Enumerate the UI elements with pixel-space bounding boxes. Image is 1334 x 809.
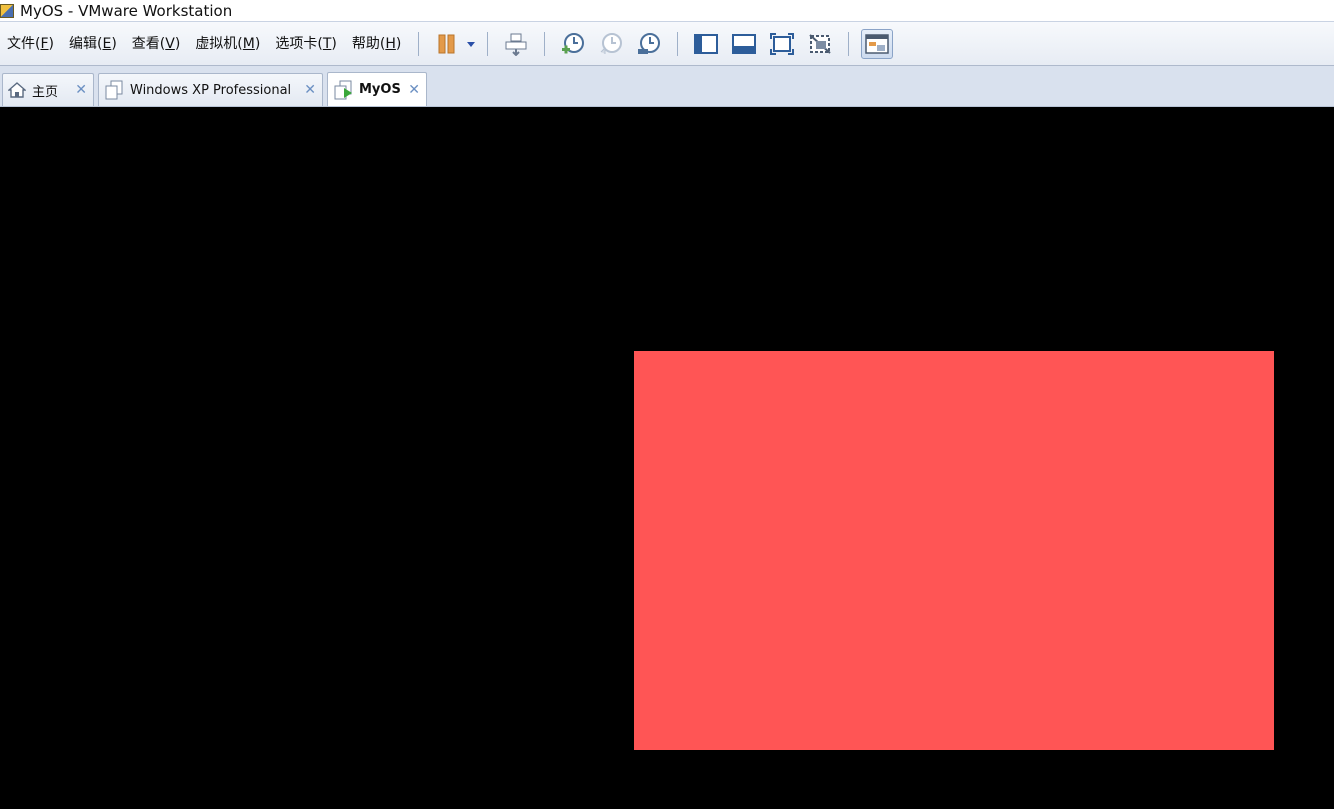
take-snapshot-icon [562, 32, 585, 53]
full-screen-button[interactable] [766, 29, 798, 59]
unity-icon [809, 33, 831, 54]
tab-label: MyOS [359, 82, 401, 97]
tab-label: 主页 [32, 84, 59, 100]
menu-file[interactable]: 文件(F) [0, 31, 62, 57]
toolbar-separator [848, 31, 850, 56]
unity-button[interactable] [804, 29, 836, 59]
tab-strip: 主页 ✕ Windows XP Professional ✕ MyOS ✕ [0, 66, 1334, 107]
toolbar-separator [677, 31, 679, 56]
home-icon [8, 82, 26, 98]
take-snapshot-button[interactable] [557, 29, 589, 59]
menu-toolbar: 文件(F) 编辑(E) 查看(V) 虚拟机(M) 选项卡(T) 帮助(H) [0, 22, 1334, 66]
show-library-button[interactable] [690, 29, 722, 59]
power-dropdown-button[interactable] [464, 29, 478, 59]
toolbar-separator [418, 31, 420, 56]
close-icon[interactable]: ✕ [408, 83, 420, 97]
vm-running-icon [334, 80, 352, 99]
vm-console-display[interactable] [0, 107, 1334, 809]
menu-edit[interactable]: 编辑(E) [62, 31, 125, 57]
menu-help[interactable]: 帮助(H) [345, 31, 409, 57]
console-view-button[interactable] [861, 28, 894, 59]
revert-snapshot-icon [600, 32, 623, 54]
tab-myos[interactable]: MyOS ✕ [327, 72, 427, 106]
dropdown-arrow-icon [467, 41, 476, 47]
show-thumbnail-bar-icon [732, 33, 757, 54]
pause-icon [438, 34, 455, 53]
toolbar-separator [487, 31, 489, 56]
full-screen-icon [770, 32, 795, 55]
send-ctrl-alt-del-button[interactable] [500, 29, 532, 59]
send-ctrl-alt-del-icon [505, 33, 527, 56]
window-title: MyOS - VMware Workstation [20, 1, 233, 20]
menu-tabs[interactable]: 选项卡(T) [268, 31, 345, 57]
tab-label: Windows XP Professional [130, 82, 292, 98]
close-icon[interactable]: ✕ [304, 83, 316, 97]
toolbar-separator [544, 31, 546, 56]
tab-home[interactable]: 主页 ✕ [2, 73, 94, 106]
show-library-icon [694, 33, 719, 54]
snapshot-manager-icon [638, 32, 661, 54]
title-bar: MyOS - VMware Workstation [0, 0, 1334, 22]
menu-vm[interactable]: 虚拟机(M) [188, 31, 268, 57]
guest-red-rectangle [634, 351, 1274, 750]
menu-view[interactable]: 查看(V) [125, 31, 189, 57]
vm-icon [105, 80, 123, 100]
close-icon[interactable]: ✕ [75, 83, 87, 97]
revert-snapshot-button[interactable] [595, 29, 627, 59]
show-thumbnail-bar-button[interactable] [728, 29, 760, 59]
snapshot-manager-button[interactable] [633, 29, 665, 59]
console-view-icon [865, 33, 890, 54]
vmware-app-icon [0, 3, 14, 18]
tab-windows-xp[interactable]: Windows XP Professional ✕ [98, 73, 323, 106]
pause-button[interactable] [431, 29, 463, 59]
